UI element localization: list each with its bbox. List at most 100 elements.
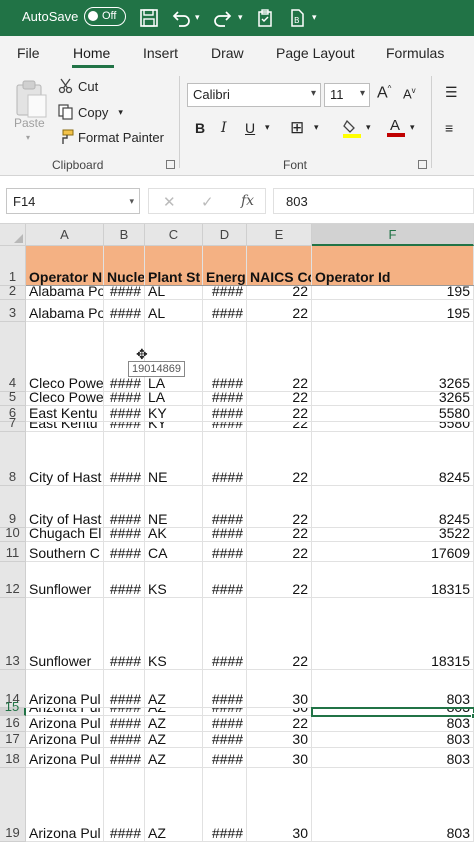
cancel-icon[interactable]: ✕ [163, 193, 176, 211]
cell[interactable]: CA [145, 542, 203, 561]
cell[interactable]: Southern C [26, 542, 104, 561]
cell[interactable]: #### [104, 716, 145, 731]
borders-icon[interactable]: ⊞ [290, 118, 304, 138]
cell[interactable]: 30 [247, 708, 312, 715]
align-top-icon[interactable]: ☰ [445, 84, 458, 101]
header-cell[interactable]: Nucle [104, 246, 145, 285]
font-size-select[interactable]: 11 ▾ [324, 83, 370, 107]
header-cell[interactable]: NAICS Co [247, 246, 312, 285]
fill-color-icon[interactable] [342, 118, 362, 141]
cell[interactable]: 8245 [312, 486, 474, 527]
row-header-11[interactable]: 11 [0, 542, 26, 562]
font-color-icon[interactable]: A [386, 116, 406, 141]
fill-color-dropdown-icon[interactable]: ▾ [366, 122, 371, 133]
tab-draw[interactable]: Draw [211, 45, 244, 61]
cell[interactable]: 22 [247, 300, 312, 321]
cell[interactable]: 18315 [312, 598, 474, 669]
cell[interactable]: East Kentu [26, 422, 104, 431]
save-icon[interactable] [138, 7, 160, 29]
undo-icon[interactable] [170, 7, 192, 29]
cell[interactable]: AZ [145, 670, 203, 707]
column-header-b[interactable]: B [104, 224, 145, 246]
cell[interactable]: 3265 [312, 322, 474, 391]
form-icon[interactable] [254, 7, 276, 29]
cell[interactable]: NE [145, 432, 203, 485]
header-cell[interactable]: Energ [203, 246, 247, 285]
cell[interactable]: AZ [145, 708, 203, 715]
cell[interactable]: AL [145, 286, 203, 299]
cell[interactable]: 22 [247, 392, 312, 405]
cell[interactable]: #### [104, 708, 145, 715]
cell[interactable]: #### [203, 598, 247, 669]
cell[interactable]: Arizona Pul [26, 732, 104, 747]
cell[interactable]: Cleco Powe [26, 322, 104, 391]
cell[interactable]: Alabama Po [26, 300, 104, 321]
insert-function-icon[interactable]: fx [241, 193, 254, 209]
copy-dropdown-icon[interactable]: ▾ [118, 107, 123, 118]
cell[interactable]: AZ [145, 732, 203, 747]
cell[interactable]: KY [145, 406, 203, 421]
cell[interactable]: 5580 [312, 406, 474, 421]
cell[interactable]: #### [203, 286, 247, 299]
cell[interactable]: 22 [247, 406, 312, 421]
cell[interactable]: 5580 [312, 422, 474, 431]
worksheet-grid[interactable]: A B C D E F 1 Operator N Nucle Plant St Energ NAICS… [0, 224, 474, 842]
cell[interactable]: Arizona Pul [26, 748, 104, 767]
row-header-13[interactable]: 13 [0, 598, 26, 670]
cell[interactable]: Arizona Pul [26, 670, 104, 707]
cell[interactable]: KS [145, 598, 203, 669]
cell[interactable]: #### [203, 422, 247, 431]
cell[interactable]: #### [203, 528, 247, 541]
cell[interactable]: #### [203, 486, 247, 527]
row-header-2[interactable]: 2 [0, 283, 26, 300]
cell[interactable]: 30 [247, 732, 312, 747]
cell[interactable]: 803 [312, 670, 474, 707]
cell[interactable]: AL [145, 300, 203, 321]
cell[interactable]: 22 [247, 528, 312, 541]
header-cell[interactable]: Operator N [26, 246, 104, 285]
cell[interactable]: #### [203, 708, 247, 715]
cell[interactable]: KY [145, 422, 203, 431]
cell[interactable]: #### [104, 670, 145, 707]
cell[interactable]: #### [203, 562, 247, 597]
cell[interactable]: 22 [247, 422, 312, 431]
cell[interactable]: #### [104, 542, 145, 561]
tab-home[interactable]: Home [73, 45, 110, 61]
cell[interactable]: #### [104, 598, 145, 669]
cell[interactable]: #### [203, 300, 247, 321]
formula-input[interactable]: 803 [273, 188, 474, 214]
undo-dropdown-icon[interactable]: ▾ [195, 12, 200, 23]
cell[interactable]: 22 [247, 716, 312, 731]
cell[interactable]: 17609 [312, 542, 474, 561]
tab-formulas[interactable]: Formulas [386, 45, 444, 61]
cell[interactable]: 22 [247, 286, 312, 299]
underline-dropdown-icon[interactable]: ▾ [265, 122, 270, 133]
cell[interactable]: #### [104, 422, 145, 431]
cell[interactable]: #### [104, 486, 145, 527]
cell[interactable]: 22 [247, 562, 312, 597]
cell[interactable]: 30 [247, 748, 312, 767]
cell[interactable]: #### [104, 286, 145, 299]
cell[interactable]: #### [104, 392, 145, 405]
tab-insert[interactable]: Insert [143, 45, 178, 61]
cell[interactable]: 22 [247, 598, 312, 669]
bold-button[interactable]: B [195, 120, 205, 136]
cell[interactable]: #### [203, 716, 247, 731]
cell[interactable]: #### [104, 748, 145, 767]
cell[interactable]: #### [104, 768, 145, 841]
cell[interactable]: 3522 [312, 528, 474, 541]
align-left-icon[interactable]: ≡ [445, 120, 453, 136]
cell[interactable]: AK [145, 528, 203, 541]
row-header-18[interactable]: 18 [0, 748, 26, 768]
row-header-3[interactable]: 3 [0, 300, 26, 322]
cell[interactable]: NE [145, 486, 203, 527]
cell[interactable]: City of Hast [26, 486, 104, 527]
paste-button[interactable] [12, 78, 50, 144]
column-header-d[interactable]: D [203, 224, 247, 246]
underline-button[interactable]: U [245, 120, 255, 136]
header-cell[interactable]: Plant St [145, 246, 203, 285]
cell[interactable]: 803 [312, 716, 474, 731]
cell[interactable]: #### [203, 732, 247, 747]
cell[interactable]: Sunflower [26, 598, 104, 669]
cell[interactable]: AZ [145, 748, 203, 767]
